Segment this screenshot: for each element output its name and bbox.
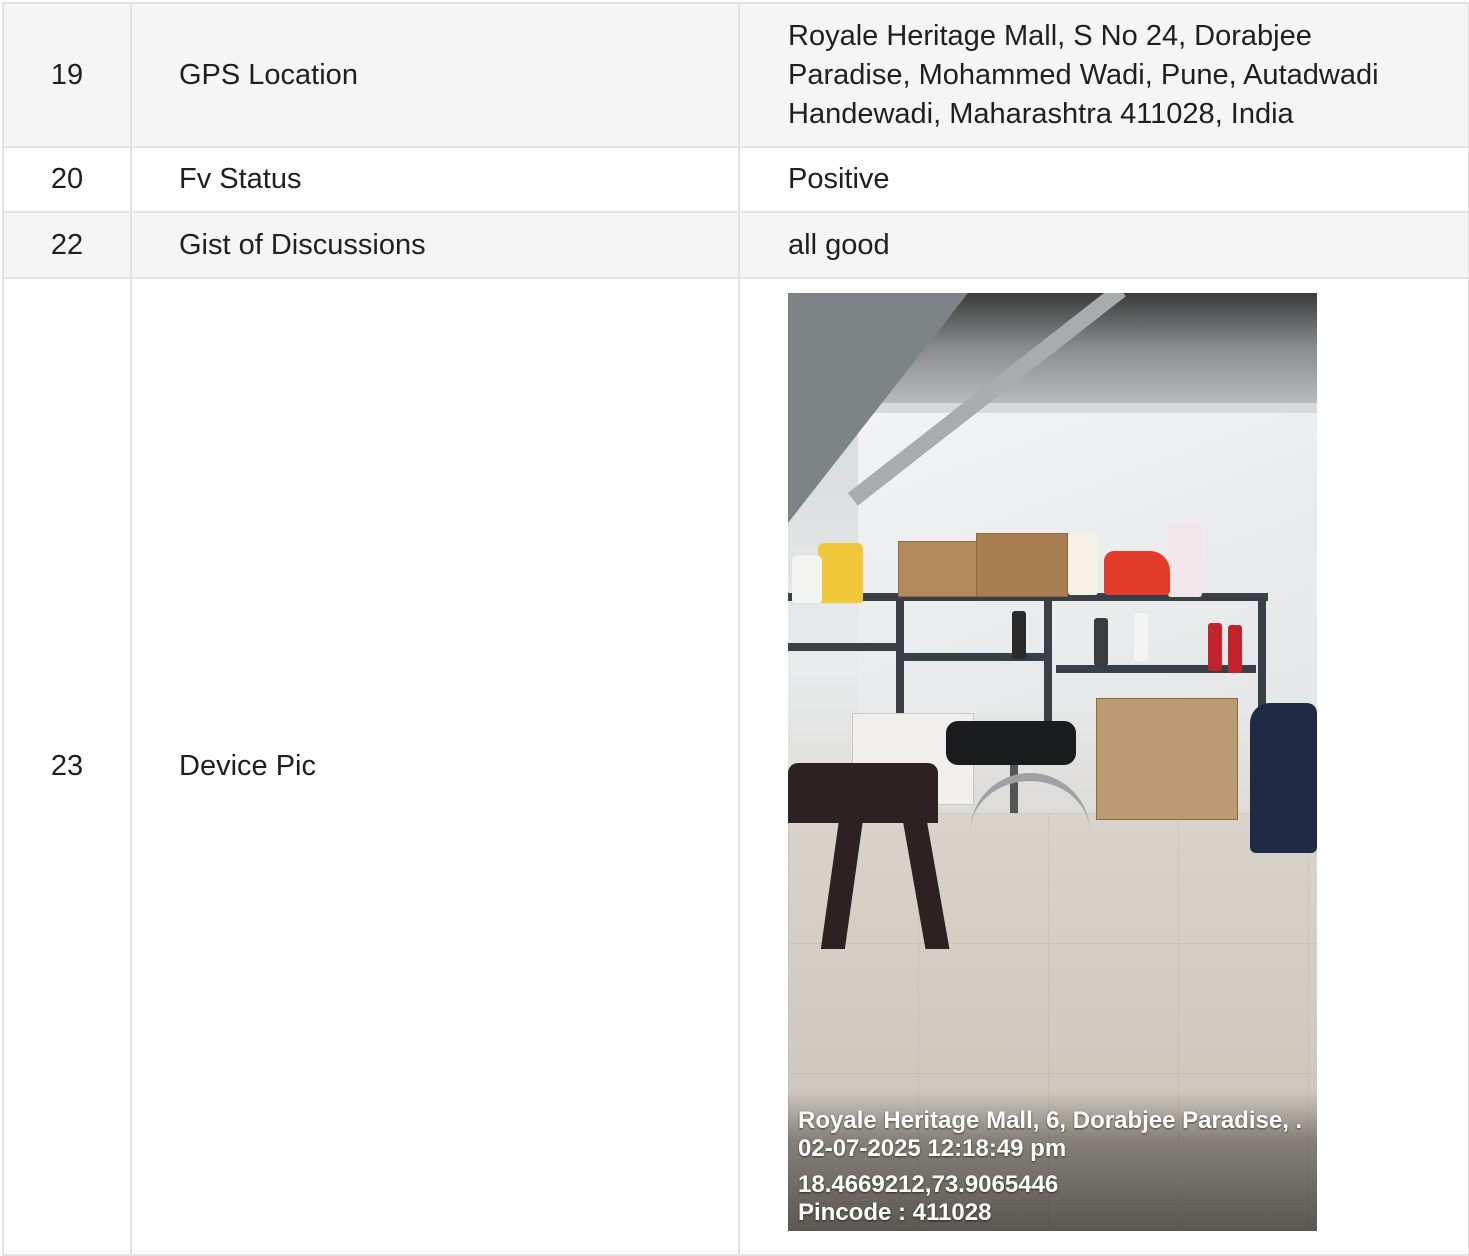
photo-chair-base xyxy=(970,773,1090,841)
gps-location-line: Paradise, Mohammed Wadi, Pune, Autadwadi xyxy=(788,58,1379,91)
photo-cardboard-box xyxy=(1096,698,1238,820)
photo-stamp-address: Royale Heritage Mall, 6, Dorabjee Paradi… xyxy=(798,1107,1303,1134)
table-row-gist-of-discussions: 22 Gist of Discussions all good xyxy=(2,211,1469,279)
row-number: 19 xyxy=(2,2,132,148)
photo-geo-stamp: Royale Heritage Mall, 6, Dorabjee Paradi… xyxy=(798,1107,1317,1227)
photo-spray-can xyxy=(1094,618,1108,666)
field-label: Device Pic xyxy=(130,277,740,1256)
field-label: Gist of Discussions xyxy=(130,211,740,279)
photo-stamp-datetime: 02-07-2025 12:18:49 pm xyxy=(798,1135,1067,1162)
photo-shelf xyxy=(1056,665,1256,673)
photo-jug xyxy=(1168,523,1202,597)
photo-shelf-post xyxy=(896,593,904,733)
device-pic-cell: Royale Heritage Mall, 6, Dorabjee Paradi… xyxy=(738,277,1469,1256)
photo-cardboard-box xyxy=(898,541,988,597)
table-row-fv-status: 20 Fv Status Positive xyxy=(2,146,1469,213)
photo-jug xyxy=(1068,533,1098,595)
photo-spray-can xyxy=(1228,625,1242,673)
photo-jug xyxy=(818,543,863,603)
fv-status-value: Positive xyxy=(738,146,1469,213)
photo-spray-can xyxy=(1012,611,1026,659)
device-photo[interactable]: Royale Heritage Mall, 6, Dorabjee Paradi… xyxy=(788,293,1317,1231)
photo-shelf-post xyxy=(1044,593,1052,723)
photo-jug xyxy=(792,555,822,603)
photo-office-chair xyxy=(946,721,1076,765)
photo-red-bag xyxy=(1104,551,1170,595)
gps-location-line: Royale Heritage Mall, S No 24, Dorabjee xyxy=(788,19,1312,52)
photo-clothes-pile xyxy=(1250,703,1317,853)
table-row-gps-location: 19 GPS Location Royale Heritage Mall, S … xyxy=(2,2,1469,148)
photo-cardboard-box xyxy=(976,533,1068,597)
photo-shelf xyxy=(788,643,898,651)
row-number: 20 xyxy=(2,146,132,213)
table-row-device-pic: 23 Device Pic Royale Heritage Mall, 6, D… xyxy=(2,277,1469,1256)
photo-stamp-coords: 18.4669212,73.9065446 xyxy=(798,1171,1059,1198)
field-label: Fv Status xyxy=(130,146,740,213)
gist-of-discussions-value: all good xyxy=(738,211,1469,279)
photo-spray-can xyxy=(1134,613,1148,661)
row-number: 22 xyxy=(2,211,132,279)
photo-spray-can xyxy=(1208,623,1222,671)
gps-location-value: Royale Heritage Mall, S No 24, Dorabjee … xyxy=(738,2,1469,148)
field-label: GPS Location xyxy=(130,2,740,148)
field-verification-table: 19 GPS Location Royale Heritage Mall, S … xyxy=(2,2,1469,1256)
photo-stamp-pincode: Pincode : 411028 xyxy=(798,1199,992,1226)
row-number: 23 xyxy=(2,277,132,1256)
gps-location-line: Handewadi, Maharashtra 411028, India xyxy=(788,97,1294,130)
photo-plastic-stool xyxy=(788,763,938,823)
